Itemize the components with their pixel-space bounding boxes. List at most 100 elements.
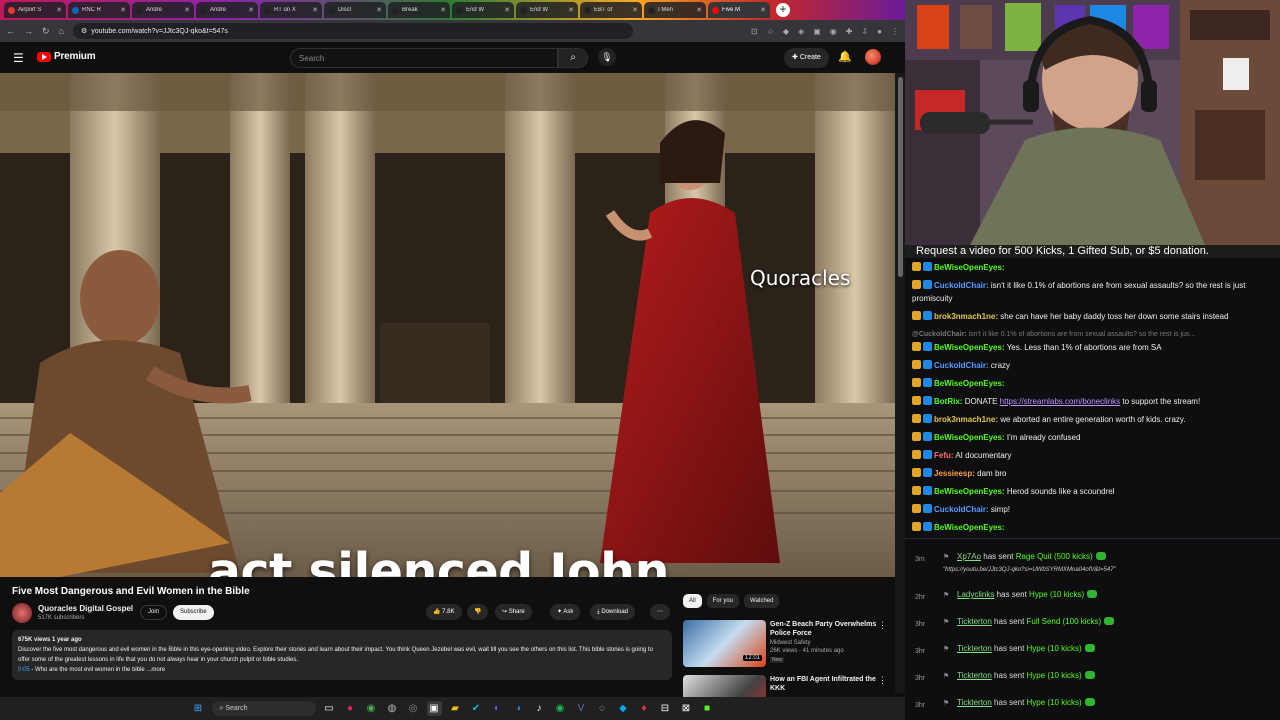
browser-tab[interactable]: Andre ✕ [196,2,258,18]
video-thumbnail[interactable] [683,675,766,697]
browser-tab[interactable]: EBT of ✕ [580,2,642,18]
voice-search-button[interactable]: 🎙 [598,48,616,66]
browser-menu-icon[interactable]: ⋮ [891,27,899,36]
tab-close-icon[interactable]: ✕ [184,6,190,14]
extension-icon[interactable]: ◆ [783,27,789,36]
chat-username[interactable]: brok3nmach1ne: [934,415,998,424]
browser-tab[interactable]: End W ✕ [452,2,514,18]
event-username[interactable]: Tickterton [957,671,992,680]
chat-username[interactable]: BeWiseOpenEyes: [934,523,1005,532]
youtube-premium-logo[interactable]: Premium [37,51,96,62]
chat-username[interactable]: Jessieesp: [934,469,975,478]
profile-icon[interactable]: ● [877,27,882,36]
forward-icon[interactable]: → [24,26,33,36]
app-icon[interactable]: V [574,701,589,716]
show-more-link[interactable]: ...more [146,667,165,673]
chat-username[interactable]: BeWiseOpenEyes: [934,263,1005,272]
recommended-title[interactable]: How an FBI Agent Infiltrated the KKK [770,675,878,693]
recommended-channel[interactable]: Midwest Safety [770,640,811,646]
chat-username[interactable]: CuckoldChair: [934,505,989,514]
app-icon[interactable]: ♦ [637,701,652,716]
chat-username[interactable]: BeWiseOpenEyes: [934,487,1005,496]
chat-username[interactable]: CuckoldChair: [934,281,989,290]
notifications-bell-icon[interactable]: 🔔 [838,50,852,63]
chat-username[interactable]: @CuckoldChair: [912,331,967,338]
event-username[interactable]: Tickterton [957,617,992,626]
video-player[interactable]: Quoracles act silenced John, [0,73,895,577]
video-description[interactable]: 675K views 1 year ago Discover the five … [12,630,672,680]
event-username[interactable]: Tickterton [957,698,992,707]
site-info-icon[interactable]: ⚙ [81,27,87,35]
puzzle-icon[interactable]: ✚ [846,27,853,36]
event-username[interactable]: Tickterton [957,644,992,653]
app-icon[interactable]: ◌ [595,701,610,716]
extension-icon[interactable]: ◉ [830,27,837,36]
event-username[interactable]: Xp7Ao [957,552,981,561]
discord-icon[interactable]: ◐ [490,701,505,716]
chat-link[interactable]: https://streamlabs.com/boneclinks [1000,397,1121,406]
file-explorer-icon[interactable]: ▰ [448,701,463,716]
dislike-button[interactable]: 👎 [467,604,489,620]
recommended-title[interactable]: Gen-Z Beach Party Overwhelms Police Forc… [770,620,878,638]
chat-username[interactable]: BeWiseOpenEyes: [934,433,1005,442]
tab-close-icon[interactable]: ✕ [632,6,638,14]
join-button[interactable]: Join [140,605,168,620]
home-icon[interactable]: ⌂ [59,26,64,36]
create-button[interactable]: ✚ Create [784,48,829,68]
chat-username[interactable]: CuckoldChair: [934,361,989,370]
tab-close-icon[interactable]: ✕ [376,6,382,14]
app-icon[interactable]: ✔ [469,701,484,716]
spotify-icon[interactable]: ◉ [553,701,568,716]
tab-close-icon[interactable]: ✕ [696,6,702,14]
chapter-timestamp-link[interactable]: 0:05 [18,667,30,673]
bookmark-star-icon[interactable]: ☆ [767,27,774,36]
search-button[interactable]: ⌕ [558,48,588,68]
kick-icon[interactable]: ■ [700,701,715,716]
browser-tab[interactable]: RT on X ✕ [260,2,322,18]
more-vertical-icon[interactable]: ⋮ [878,620,887,631]
page-scrollbar[interactable] [895,73,905,693]
download-button[interactable]: ⤓ Download [590,604,636,620]
ask-button[interactable]: ✦ Ask [550,604,581,620]
chat-username[interactable]: BeWiseOpenEyes: [934,343,1005,352]
browser-tab[interactable]: End W ✕ [516,2,578,18]
more-vertical-icon[interactable]: ⋮ [878,675,887,686]
tab-close-icon[interactable]: ✕ [504,6,510,14]
edge-icon[interactable]: ◑ [511,701,526,716]
windows-start-icon[interactable]: ⊞ [191,701,206,716]
install-icon[interactable]: ⊡ [751,27,758,36]
account-avatar[interactable] [865,49,881,65]
filter-chip-watched[interactable]: Watched [744,594,780,608]
terminal-icon[interactable]: ▣ [426,701,442,716]
tab-close-icon[interactable]: ✕ [248,6,254,14]
download-icon[interactable]: ⇩ [861,27,868,36]
subscribe-button[interactable]: Subscribe [173,605,214,620]
like-button[interactable]: 👍 7.8K [426,604,462,620]
browser-tab[interactable]: Break ✕ [388,2,450,18]
search-input[interactable]: Search [290,48,558,68]
scrollbar-thumb[interactable] [898,77,903,277]
tiktok-icon[interactable]: ♪ [532,701,547,716]
app-icon[interactable]: ◎ [406,701,421,716]
chat-username[interactable]: BeWiseOpenEyes: [934,379,1005,388]
task-view-icon[interactable]: ▭ [322,701,337,716]
extension-icon[interactable]: ◈ [798,27,804,36]
tab-close-icon[interactable]: ✕ [56,6,62,14]
back-icon[interactable]: ← [6,26,15,36]
tab-close-icon[interactable]: ✕ [568,6,574,14]
filter-chip-all[interactable]: All [683,594,702,608]
channel-avatar[interactable] [12,603,32,623]
event-username[interactable]: Ladyclinks [957,590,994,599]
taskbar-search[interactable]: ⌕ Search [211,701,316,716]
browser-tab[interactable]: I Men ✕ [644,2,706,18]
chat-username[interactable]: brok3nmach1ne: [934,312,998,321]
hamburger-menu-icon[interactable]: ☰ [13,51,24,65]
browser-tab[interactable]: Andre ✕ [132,2,194,18]
chat-username[interactable]: Fefu: [934,451,954,460]
browser-tab[interactable]: Five M ✕ [708,2,770,18]
app-icon[interactable]: ⊟ [658,701,673,716]
browser-tab[interactable]: Discl ✕ [324,2,386,18]
app-icon[interactable]: ⊠ [679,701,694,716]
channel-name[interactable]: Quoracles Digital Gospel [38,604,133,613]
recommended-video[interactable]: How an FBI Agent Infiltrated the KKK ⋮ [683,675,893,697]
